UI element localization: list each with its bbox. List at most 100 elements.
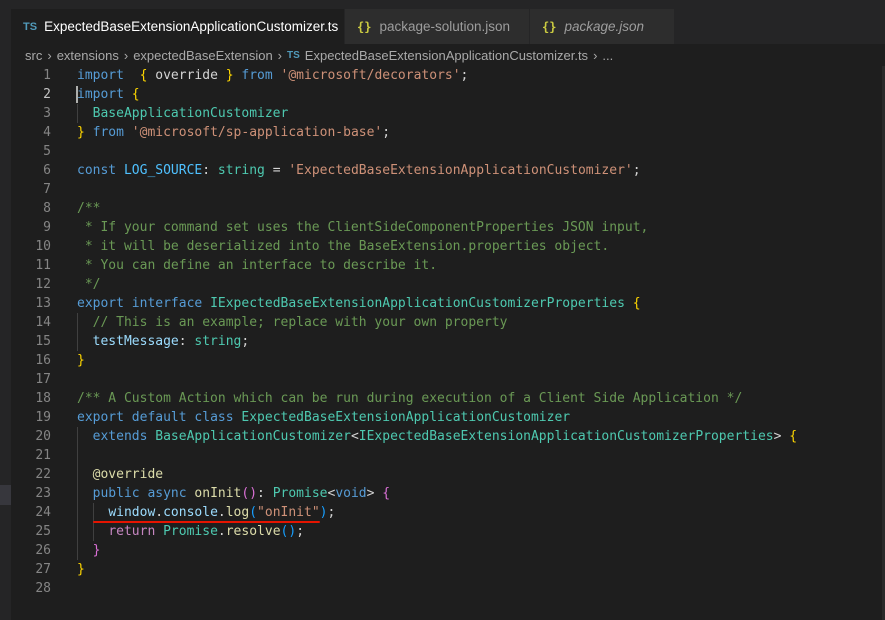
code-line[interactable]: 3 BaseApplicationCustomizer xyxy=(11,104,885,123)
code-line[interactable]: 11 * You can define an interface to desc… xyxy=(11,256,885,275)
tab-customizer-ts[interactable]: TS ExpectedBaseExtensionApplicationCusto… xyxy=(11,9,345,44)
code-line[interactable]: 28 xyxy=(11,579,885,598)
code-line[interactable]: 19 export default class ExpectedBaseExten… xyxy=(11,408,885,427)
code-token: : xyxy=(178,334,195,349)
code-token: { xyxy=(382,486,391,501)
code-line[interactable]: 8 /** xyxy=(11,199,885,218)
line-number: 3 xyxy=(43,106,51,121)
code-text: return Promise.resolve(); xyxy=(77,522,304,541)
code-token: } xyxy=(77,125,85,140)
chevron-right-icon: › xyxy=(593,47,598,63)
code-token: * You can define an interface to describ… xyxy=(77,258,438,273)
code-token: '@microsoft/decorators' xyxy=(280,68,461,83)
code-line[interactable]: 7 xyxy=(11,180,885,199)
code-line[interactable]: 26 } xyxy=(11,541,885,560)
indent-guide xyxy=(77,313,78,351)
line-number: 2 xyxy=(43,87,51,102)
line-number: 7 xyxy=(43,182,51,197)
code-token: ( xyxy=(249,505,258,520)
code-line[interactable]: 10 * it will be deserialized into the Ba… xyxy=(11,237,885,256)
code-line[interactable]: 22 @override xyxy=(11,465,885,484)
code-line[interactable]: 13 export interface IExpectedBaseExtensio… xyxy=(11,294,885,313)
code-line[interactable]: 20 extends BaseApplicationCustomizer<IEx… xyxy=(11,427,885,446)
code-line[interactable]: 14 // This is an example; replace with y… xyxy=(11,313,885,332)
code-token: Promise xyxy=(163,524,218,539)
code-token: testMessage xyxy=(92,334,179,349)
code-text: public async onInit(): Promise<void> { xyxy=(77,484,390,503)
code-line[interactable]: 23 public async onInit(): Promise<void> … xyxy=(11,484,885,503)
code-token: < xyxy=(350,429,359,444)
code-line[interactable]: 18 /** A Custom Action which can be run d… xyxy=(11,389,885,408)
text-cursor xyxy=(76,86,78,103)
code-line[interactable]: 9 * If your command set uses the ClientS… xyxy=(11,218,885,237)
code-text: BaseApplicationCustomizer xyxy=(77,104,289,123)
code-line[interactable]: 12 */ xyxy=(11,275,885,294)
tab-label: ExpectedBaseExtensionApplicationCustomiz… xyxy=(44,19,339,34)
code-token: '@microsoft/sp-application-base' xyxy=(131,125,383,140)
error-underline xyxy=(92,521,321,523)
code-token: . xyxy=(217,524,226,539)
code-token: "onInit" xyxy=(257,505,320,520)
code-line[interactable]: 6 const LOG_SOURCE: string = 'ExpectedBas… xyxy=(11,161,885,180)
code-line[interactable]: 17 xyxy=(11,370,885,389)
code-text: } xyxy=(77,560,85,579)
code-token: export xyxy=(77,410,124,425)
code-token: /** xyxy=(77,201,101,216)
code-token: override xyxy=(147,68,226,83)
code-editor[interactable]: 1 import { override } from '@microsoft/de… xyxy=(11,66,885,620)
line-number: 8 xyxy=(43,201,51,216)
line-number: 16 xyxy=(35,353,51,368)
code-line[interactable]: 25 return Promise.resolve(); xyxy=(11,522,885,541)
line-number: 5 xyxy=(43,144,51,159)
breadcrumb-item[interactable]: src xyxy=(25,48,42,63)
code-line[interactable]: 2 import { xyxy=(11,85,885,104)
tab-package-json[interactable]: {} package.json xyxy=(530,9,675,44)
tab-package-solution-json[interactable]: {} package-solution.json xyxy=(345,9,530,44)
code-line[interactable]: 21 xyxy=(11,446,885,465)
indent-guide xyxy=(77,104,78,123)
code-token: . xyxy=(217,505,226,520)
line-number: 4 xyxy=(43,125,51,140)
line-number: 22 xyxy=(35,467,51,482)
breadcrumb-file[interactable]: ExpectedBaseExtensionApplicationCustomiz… xyxy=(305,48,588,63)
code-text: extends BaseApplicationCustomizer<IExpec… xyxy=(77,427,797,446)
code-line[interactable]: 15 testMessage: string; xyxy=(11,332,885,351)
code-token: class xyxy=(194,410,234,425)
code-token: () xyxy=(280,524,297,539)
code-line[interactable]: 4} from '@microsoft/sp-application-base'… xyxy=(11,123,885,142)
breadcrumb-item[interactable]: expectedBaseExtension xyxy=(133,48,272,63)
code-line[interactable]: 27} xyxy=(11,560,885,579)
breadcrumb-item[interactable]: extensions xyxy=(57,48,119,63)
code-token: () xyxy=(241,486,258,501)
code-line[interactable]: 5 xyxy=(11,142,885,161)
code-token: * If your command set uses the ClientSid… xyxy=(77,220,649,235)
indent-guide xyxy=(77,427,78,560)
code-token: ; xyxy=(382,125,391,140)
code-line[interactable]: 24 window.console.log("onInit"); xyxy=(11,503,885,522)
code-token: interface xyxy=(131,296,203,311)
code-token: } xyxy=(92,543,101,558)
breadcrumb-symbol[interactable]: ... xyxy=(602,48,613,63)
code-token: resolve xyxy=(225,524,281,539)
code-token: BaseApplicationCustomizer xyxy=(92,106,289,121)
code-text: import { override } from '@microsoft/dec… xyxy=(77,66,468,85)
code-token: ; xyxy=(632,163,641,178)
code-text: export interface IExpectedBaseExtensionA… xyxy=(77,294,641,313)
line-number: 12 xyxy=(35,277,51,292)
code-text: } xyxy=(77,351,85,370)
line-number: 17 xyxy=(35,372,51,387)
code-token: */ xyxy=(77,277,101,292)
code-line[interactable]: 1 import { override } from '@microsoft/de… xyxy=(11,66,885,85)
typescript-file-icon: TS xyxy=(287,49,300,61)
code-line[interactable]: 16} xyxy=(11,351,885,370)
breadcrumb: src › extensions › expectedBaseExtension… xyxy=(11,44,885,66)
line-number: 20 xyxy=(35,429,51,444)
